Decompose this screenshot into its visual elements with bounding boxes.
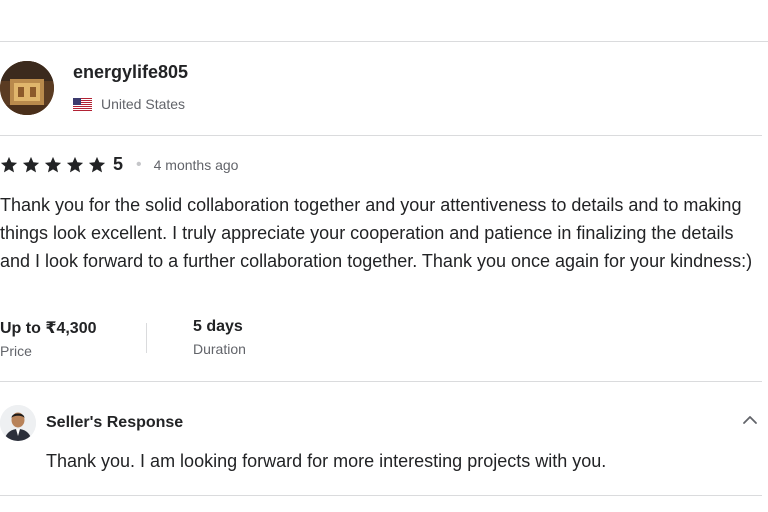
rating-value: 5	[113, 154, 124, 174]
rating-row: 5 • 4 months ago	[0, 154, 238, 175]
star-icon	[88, 156, 106, 172]
header-divider	[0, 135, 762, 136]
duration-stat: 5 days Duration	[193, 318, 246, 357]
reviewer-username[interactable]: energylife805	[73, 62, 188, 83]
duration-label: Duration	[193, 341, 246, 357]
response-divider	[0, 381, 762, 382]
star-icon	[22, 156, 40, 172]
stat-separator	[146, 323, 147, 353]
duration-value: 5 days	[193, 318, 243, 335]
country-name: United States	[101, 96, 186, 112]
star-icon	[0, 156, 18, 172]
bottom-divider	[0, 495, 762, 496]
seller-avatar[interactable]	[0, 405, 36, 441]
price-value: Up to ₹4,300	[0, 320, 97, 337]
us-flag-icon	[73, 97, 92, 111]
reviewer-avatar[interactable]	[0, 61, 54, 115]
review-text: Thank you for the solid collaboration to…	[0, 195, 753, 271]
separator-dot: •	[136, 155, 142, 173]
price-stat: Up to ₹4,300 Price	[0, 318, 97, 359]
star-icon	[44, 156, 62, 172]
reviewer-country: United States	[73, 96, 185, 112]
seller-response-title: Seller's Response	[46, 414, 184, 431]
chevron-up-icon[interactable]	[742, 414, 758, 426]
review-time-ago: 4 months ago	[153, 156, 239, 173]
star-icon	[66, 156, 84, 172]
top-divider	[0, 41, 768, 42]
seller-response-text: Thank you. I am looking forward for more…	[46, 451, 607, 471]
price-label: Price	[0, 343, 32, 359]
